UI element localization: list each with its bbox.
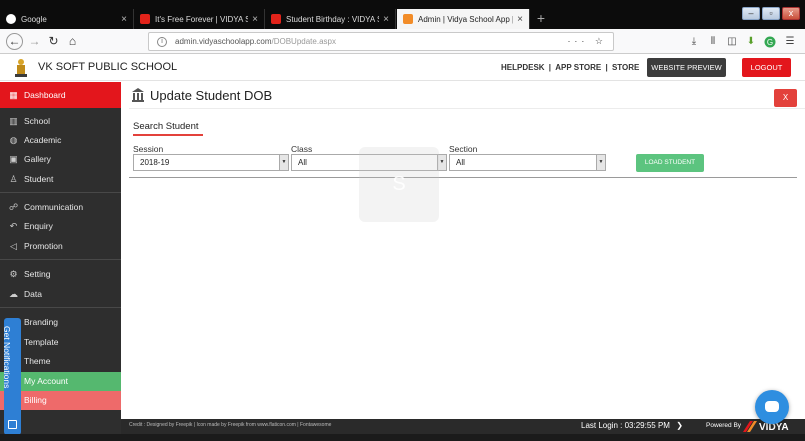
menu-icon[interactable]: ☰: [784, 36, 796, 48]
megaphone-icon: ◁: [10, 241, 17, 251]
close-tab-icon[interactable]: ×: [517, 14, 523, 25]
image-icon: ▣: [9, 154, 18, 164]
school-name: VK SOFT PUBLIC SCHOOL: [38, 61, 178, 73]
main-content: Update Student DOB X Search Student Sess…: [121, 82, 805, 419]
download-icon[interactable]: ⤓: [688, 36, 700, 48]
grid-icon: ▦: [9, 90, 18, 100]
library-icon[interactable]: ⫴: [707, 36, 719, 48]
extension-g-icon[interactable]: G: [764, 36, 776, 48]
new-tab-button[interactable]: +: [534, 9, 548, 27]
chevron-down-icon: ▼: [596, 155, 605, 170]
sidebar-item-gallery[interactable]: ▣ Gallery: [0, 150, 121, 169]
last-login: Last Login : 03:29:55 PM ❯: [581, 421, 683, 430]
close-tab-icon[interactable]: ×: [252, 14, 258, 25]
section-select[interactable]: All ▼: [449, 154, 606, 171]
url-domain: admin.vidyaschoolapp.com: [175, 37, 272, 46]
reload-icon[interactable]: ↻: [45, 33, 62, 50]
sidebar-item-enquiry[interactable]: ↶ Enquiry: [0, 217, 121, 236]
reply-icon: ↶: [9, 221, 18, 231]
close-window-button[interactable]: x: [782, 7, 800, 20]
chat-button[interactable]: [755, 390, 789, 424]
browser-window: Google × It's Free Forever | VIDYA Schoo…: [0, 0, 805, 441]
back-arrow-icon[interactable]: ←: [6, 33, 23, 50]
powered-by-label: Powered By: [706, 422, 742, 429]
session-label: Session: [133, 144, 164, 154]
gear-icon: ⚙: [9, 269, 18, 279]
browser-tab-bar: Google × It's Free Forever | VIDYA Schoo…: [0, 0, 805, 29]
sidebar-item-academic[interactable]: ◍ Academic: [0, 131, 121, 150]
search-student-heading: Search Student: [133, 121, 199, 132]
section-label: Section: [449, 144, 478, 154]
home-icon[interactable]: ⌂: [64, 33, 81, 50]
load-student-button[interactable]: LOAD STUDENT: [636, 154, 704, 172]
header-links: HELPDESK | APP STORE | STORE: [501, 63, 640, 72]
sidebar-item-dashboard[interactable]: ▦ Dashboard: [0, 82, 121, 108]
extension-arrow-icon[interactable]: ⬇: [745, 36, 757, 48]
class-label: Class: [291, 144, 313, 154]
store-link[interactable]: STORE: [612, 63, 639, 72]
sidebar-item-setting[interactable]: ⚙ Setting: [0, 265, 121, 284]
sidebar-item-communication[interactable]: ☍ Communication: [0, 198, 121, 217]
communication-icon: ☍: [8, 202, 19, 212]
footer-credit: Credit : Designed by Freepik | Icon made…: [129, 422, 332, 428]
cloud-icon: ☁: [9, 289, 18, 299]
footer: Credit : Designed by Freepik | Icon made…: [121, 419, 805, 434]
sidebar-item-promotion[interactable]: ◁ Promotion: [0, 237, 121, 256]
info-icon[interactable]: i: [157, 36, 167, 47]
google-icon: [6, 14, 16, 24]
sidebar-toggle-icon[interactable]: ◫: [726, 36, 738, 48]
globe-icon: ◍: [9, 135, 18, 145]
helpdesk-link[interactable]: HELPDESK: [501, 63, 545, 72]
building-icon: ▥: [9, 116, 18, 126]
sidebar-divider: [0, 192, 121, 193]
vidya-icon: [271, 14, 281, 24]
school-logo: [15, 59, 27, 77]
institution-icon: [131, 87, 145, 103]
chevron-right-icon: ❯: [676, 421, 683, 430]
app-store-link[interactable]: APP STORE: [555, 63, 601, 72]
browser-tab-student-birthday[interactable]: Student Birthday : VIDYA SCHO ×: [265, 9, 396, 29]
page-actions[interactable]: ··· ☆: [567, 36, 607, 47]
vidya-icon: [403, 14, 413, 24]
logout-button[interactable]: LOGOUT: [742, 58, 791, 77]
browser-tab-google[interactable]: Google ×: [0, 9, 134, 29]
browser-tab-vidya-free[interactable]: It's Free Forever | VIDYA School ×: [134, 9, 265, 29]
browser-tab-admin[interactable]: Admin | Vidya School App | It c ×: [397, 9, 530, 29]
page-title: Update Student DOB: [150, 88, 273, 103]
sidebar-item-data[interactable]: ☁ Data: [0, 285, 121, 304]
session-select[interactable]: 2018-19 ▼: [133, 154, 289, 171]
url-path: /DOBUpdate.aspx: [271, 37, 336, 46]
close-tab-icon[interactable]: ×: [121, 14, 127, 25]
notification-icon: [8, 420, 17, 429]
browser-nav-bar: ← → ↻ ⌂ i admin.vidyaschoolapp.com/DOBUp…: [0, 29, 805, 54]
site-header: VK SOFT PUBLIC SCHOOL HELPDESK | APP STO…: [0, 55, 805, 81]
website-preview-button[interactable]: WEBSITE PREVIEW: [647, 58, 726, 77]
forward-arrow-icon[interactable]: →: [26, 33, 43, 50]
svg-text:G: G: [767, 38, 773, 47]
sidebar-item-student[interactable]: ♙ Student: [0, 170, 121, 189]
sidebar-divider: [0, 259, 121, 260]
get-notifications-label: Get Notifications: [2, 326, 12, 389]
student-icon: ♙: [9, 174, 18, 184]
heading-underline: [133, 134, 203, 136]
sidebar-divider: [0, 307, 121, 308]
bottom-strip: [0, 434, 805, 441]
close-button[interactable]: X: [774, 89, 797, 107]
address-bar[interactable]: i admin.vidyaschoolapp.com/DOBUpdate.asp…: [148, 32, 614, 51]
sidebar-item-school[interactable]: ▥ School: [0, 112, 121, 131]
close-tab-icon[interactable]: ×: [383, 14, 389, 25]
form-divider: [129, 177, 797, 178]
chevron-down-icon: ▼: [279, 155, 288, 170]
vidya-icon: [140, 14, 150, 24]
title-divider: [129, 108, 805, 109]
chat-icon: [765, 401, 779, 412]
maximize-button[interactable]: ▫: [762, 7, 780, 20]
minimize-button[interactable]: –: [742, 7, 760, 20]
loading-watermark: S: [359, 147, 439, 222]
